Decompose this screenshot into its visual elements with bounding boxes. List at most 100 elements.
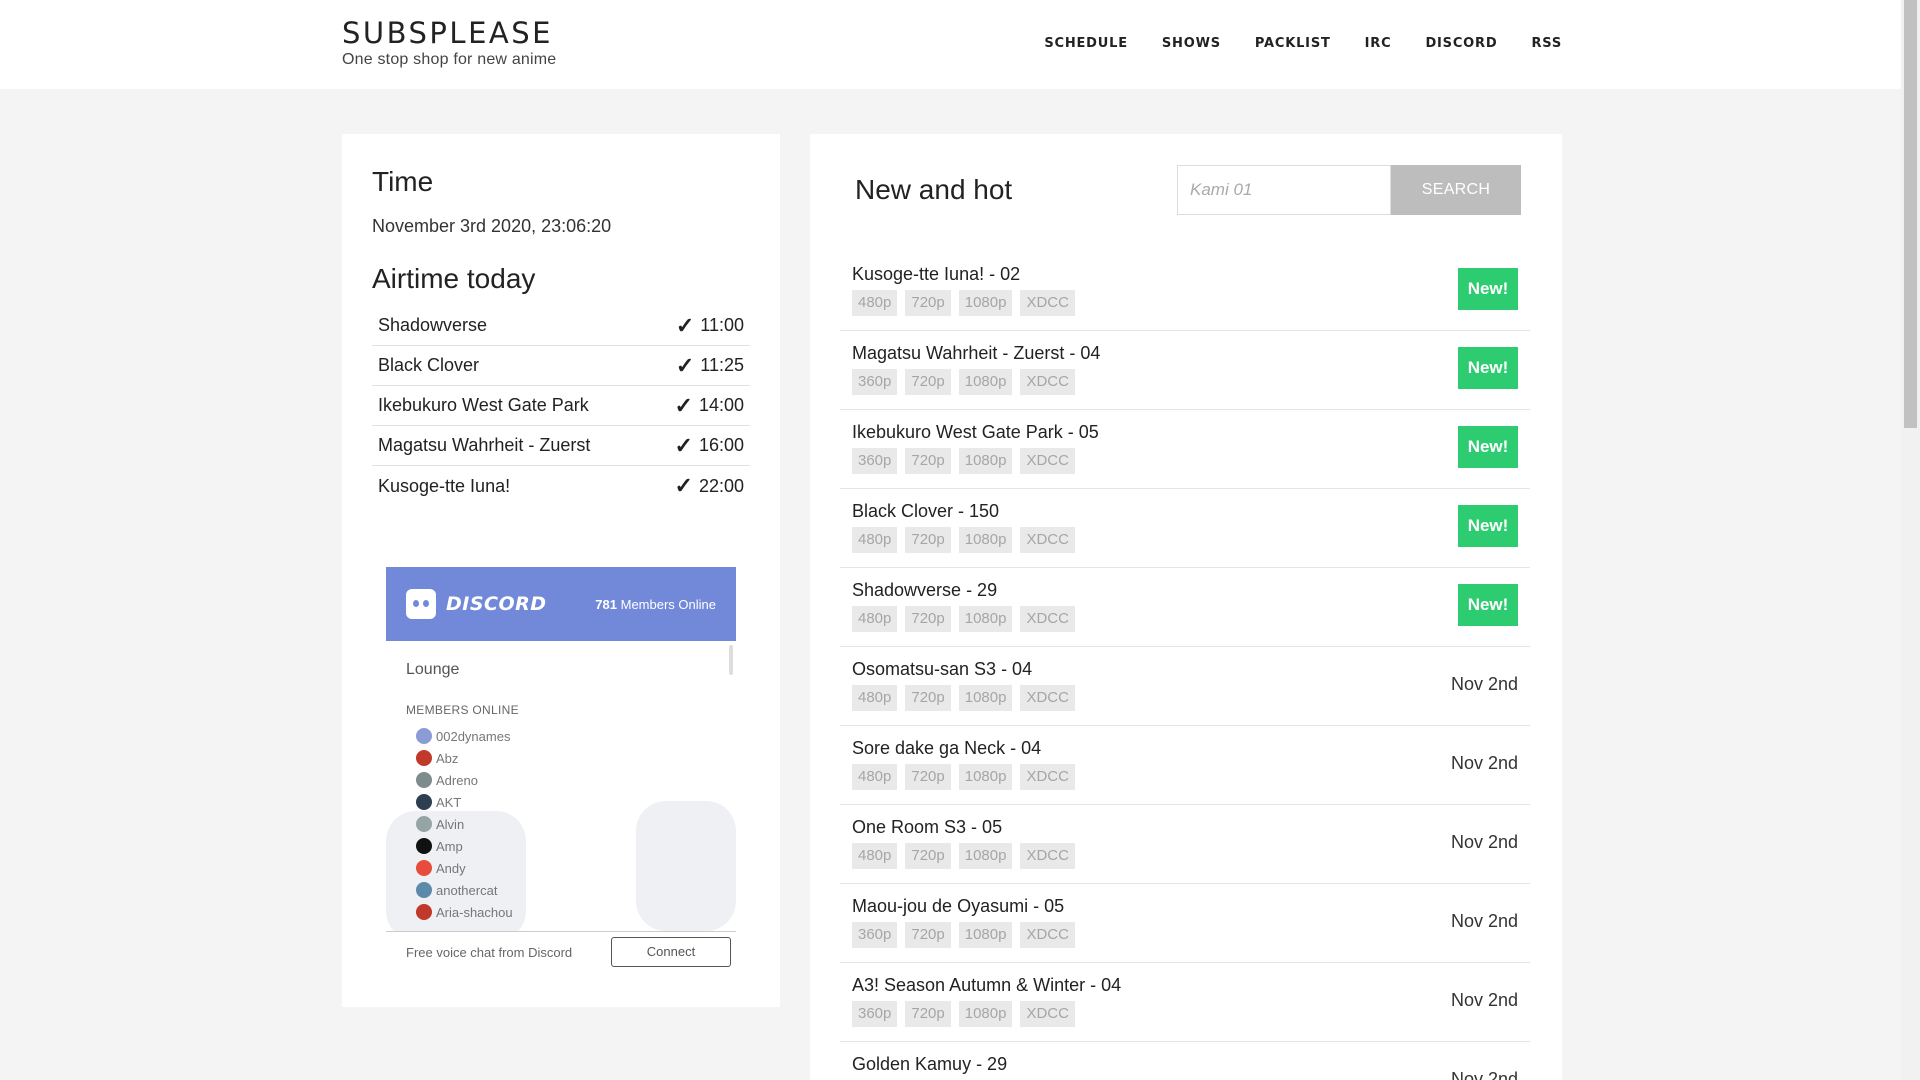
release-link-720p[interactable]: 720p — [905, 685, 951, 711]
release-title[interactable]: Black Clover - 150 — [852, 501, 999, 522]
discord-scrollbar[interactable] — [729, 645, 733, 675]
avatar — [416, 860, 432, 876]
discord-connect-button[interactable]: Connect — [611, 937, 731, 967]
nav-irc[interactable]: IRC — [1365, 36, 1392, 51]
release-link-xdcc[interactable]: XDCC — [1020, 369, 1075, 395]
release-link-xdcc[interactable]: XDCC — [1020, 1001, 1075, 1027]
discord-member[interactable]: Abz — [406, 747, 716, 769]
release-link-720p[interactable]: 720p — [905, 1001, 951, 1027]
page-scrollbar[interactable] — [1901, 0, 1920, 1080]
discord-member[interactable]: Aria-shachou — [406, 901, 716, 923]
discord-header[interactable]: DISCORD 781 Members Online — [386, 567, 736, 641]
discord-member[interactable]: Alvin — [406, 813, 716, 835]
release-title[interactable]: Maou-jou de Oyasumi - 05 — [852, 896, 1064, 917]
release-row: Black Clover - 150 480p 720p 1080p XDCC New! — [840, 489, 1530, 568]
discord-member[interactable]: Amp — [406, 835, 716, 857]
nav-discord[interactable]: DISCORD — [1425, 36, 1497, 51]
discord-channel[interactable]: Lounge — [406, 661, 716, 679]
release-title[interactable]: Sore dake ga Neck - 04 — [852, 738, 1041, 759]
release-link-1080p[interactable]: 1080p — [958, 764, 1013, 790]
discord-member[interactable]: 002dynames — [406, 725, 716, 747]
release-title[interactable]: Ikebukuro West Gate Park - 05 — [852, 422, 1099, 443]
release-link-xdcc[interactable]: XDCC — [1020, 922, 1075, 948]
release-link-xdcc[interactable]: XDCC — [1020, 606, 1075, 632]
release-link-480p[interactable]: 480p — [852, 685, 898, 711]
airtime-time: 22:00 — [698, 475, 744, 496]
brand[interactable]: SUBSPLEASE One stop shop for new anime — [342, 15, 556, 69]
page-scrollbar-thumb[interactable] — [1904, 0, 1917, 428]
release-link-360p[interactable]: 360p — [852, 369, 898, 395]
release-link-720p[interactable]: 720p — [905, 369, 951, 395]
new-badge: New! — [1458, 268, 1518, 310]
release-link-480p[interactable]: 480p — [852, 606, 898, 632]
release-link-1080p[interactable]: 1080p — [958, 369, 1013, 395]
release-link-xdcc[interactable]: XDCC — [1020, 685, 1075, 711]
release-row: Sore dake ga Neck - 04 480p 720p 1080p XDCC N… — [840, 726, 1530, 805]
release-link-720p[interactable]: 720p — [905, 527, 951, 553]
new-badge: New! — [1458, 347, 1518, 389]
release-link-360p[interactable]: 360p — [852, 1001, 898, 1027]
release-link-720p[interactable]: 720p — [905, 606, 951, 632]
discord-member[interactable]: Andy — [406, 857, 716, 879]
release-link-720p[interactable]: 720p — [905, 290, 951, 316]
release-title[interactable]: Magatsu Wahrheit - Zuerst - 04 — [852, 343, 1100, 364]
release-link-xdcc[interactable]: XDCC — [1020, 843, 1075, 869]
release-title[interactable]: Kusoge-tte Iuna! - 02 — [852, 264, 1020, 285]
nav-shows[interactable]: SHOWS — [1162, 36, 1221, 51]
release-link-1080p[interactable]: 1080p — [958, 606, 1013, 632]
airtime-time: 14:00 — [698, 395, 744, 415]
release-link-480p[interactable]: 480p — [852, 843, 898, 869]
release-link-720p[interactable]: 720p — [905, 843, 951, 869]
discord-body: Lounge MEMBERS ONLINE 002dynames Abz Adr… — [386, 641, 736, 931]
avatar — [416, 882, 432, 898]
nav-schedule[interactable]: SCHEDULE — [1044, 36, 1128, 51]
release-link-1080p[interactable]: 1080p — [958, 290, 1013, 316]
release-link-1080p[interactable]: 1080p — [958, 1001, 1013, 1027]
release-link-720p[interactable]: 720p — [905, 448, 951, 474]
release-link-xdcc[interactable]: XDCC — [1020, 764, 1075, 790]
release-link-720p[interactable]: 720p — [905, 922, 951, 948]
airtime-row: Black Clover ✓ 11:25 — [372, 346, 750, 386]
search-button[interactable]: SEARCH — [1391, 165, 1521, 215]
site-title[interactable]: SUBSPLEASE — [342, 15, 556, 51]
check-icon: ✓ — [675, 312, 695, 338]
release-title[interactable]: Shadowverse - 29 — [852, 580, 997, 601]
airtime-heading: Airtime today — [372, 263, 536, 294]
release-link-1080p[interactable]: 1080p — [958, 922, 1013, 948]
discord-member[interactable]: Adreno — [406, 769, 716, 791]
release-link-480p[interactable]: 480p — [852, 527, 898, 553]
airtime-row: Ikebukuro West Gate Park ✓ 14:00 — [372, 386, 750, 426]
release-link-720p[interactable]: 720p — [905, 764, 951, 790]
release-title[interactable]: A3! Season Autumn & Winter - 04 — [852, 975, 1121, 996]
nav-packlist[interactable]: PACKLIST — [1255, 36, 1331, 51]
release-link-xdcc[interactable]: XDCC — [1020, 527, 1075, 553]
avatar — [416, 728, 432, 744]
release-date: Nov 2nd — [1450, 832, 1518, 852]
release-title[interactable]: Osomatsu-san S3 - 04 — [852, 659, 1032, 680]
avatar — [416, 816, 432, 832]
discord-member[interactable]: AKT — [406, 791, 716, 813]
release-link-xdcc[interactable]: XDCC — [1020, 448, 1075, 474]
release-link-480p[interactable]: 480p — [852, 290, 898, 316]
release-links: 480p 720p 1080p XDCC — [852, 685, 1075, 711]
nav-rss[interactable]: RSS — [1531, 36, 1562, 51]
avatar — [416, 750, 432, 766]
release-link-360p[interactable]: 360p — [852, 448, 898, 474]
release-link-1080p[interactable]: 1080p — [958, 685, 1013, 711]
release-title[interactable]: One Room S3 - 05 — [852, 817, 1002, 838]
release-link-1080p[interactable]: 1080p — [958, 843, 1013, 869]
search-input[interactable] — [1177, 165, 1391, 215]
release-link-480p[interactable]: 480p — [852, 764, 898, 790]
discord-member[interactable]: anothercat — [406, 879, 716, 901]
release-date: Nov 2nd — [1450, 911, 1518, 931]
avatar — [416, 794, 432, 810]
release-links: 360p 720p 1080p XDCC — [852, 1001, 1075, 1027]
release-title[interactable]: Golden Kamuy - 29 — [852, 1054, 1007, 1075]
release-link-xdcc[interactable]: XDCC — [1020, 290, 1075, 316]
release-link-1080p[interactable]: 1080p — [958, 448, 1013, 474]
left-panel: Time November 3rd 2020, 23:06:20 Airtime… — [342, 134, 780, 1007]
release-link-360p[interactable]: 360p — [852, 922, 898, 948]
new-badge: New! — [1458, 426, 1518, 468]
release-link-1080p[interactable]: 1080p — [958, 527, 1013, 553]
airtime-row: Magatsu Wahrheit - Zuerst ✓ 16:00 — [372, 426, 750, 466]
